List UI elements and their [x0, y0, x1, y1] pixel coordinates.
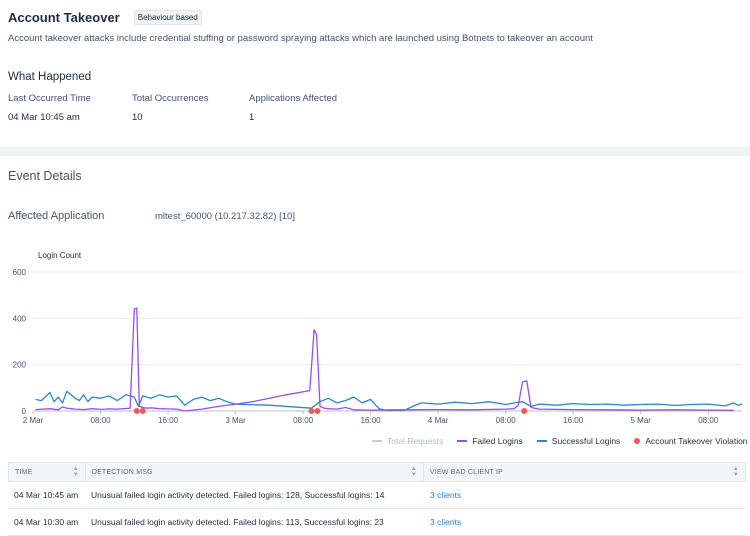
violation-marker[interactable]	[521, 408, 528, 414]
sort-icon[interactable]: ▲ ▼	[73, 466, 79, 478]
x-tick-labels: 2 Mar 08:00 16:00 3 Mar 08:00 16:00 4 Mar 08:00…	[23, 411, 719, 425]
total-occurrences-value: 10	[132, 112, 143, 123]
sort-icon[interactable]: ▲ ▼	[733, 466, 739, 478]
sort-icon[interactable]: ▲ ▼	[411, 466, 417, 478]
detections-table: TIME ▲ ▼ DETECTION MSG ▲ ▼ VIEW BAD CLIENT…	[8, 462, 746, 536]
violation-marker[interactable]	[133, 408, 140, 414]
legend-label: Failed Logins	[472, 436, 523, 446]
what-happened-title: What Happened	[8, 71, 92, 83]
legend-item-failed-logins[interactable]: Failed Logins	[457, 436, 523, 446]
y-tick-label: 200	[13, 361, 27, 370]
x-tick-label: 16:00	[361, 416, 382, 425]
page-header: Account Takeover Behaviour based	[8, 10, 750, 25]
y-tick-label: 0	[22, 407, 27, 416]
legend-item-total-requests[interactable]: Total Requests	[372, 436, 443, 446]
table-header: TIME ▲ ▼ DETECTION MSG ▲ ▼ VIEW BAD CLIENT…	[8, 462, 746, 482]
total-occurrences-label: Total Occurrences	[132, 93, 209, 104]
legend-label: Account Takeover Violation	[645, 436, 748, 446]
row-detection-msg: Unusual failed login activity detected. …	[91, 490, 385, 500]
view-clients-link[interactable]: 3 clients	[430, 490, 461, 500]
affected-application-label: Affected Application	[8, 210, 105, 222]
last-occurred-label: Last Occurred Time	[8, 93, 91, 104]
event-details-title: Event Details	[8, 169, 82, 183]
violation-swatch	[634, 438, 641, 444]
x-tick-label: 16:00	[158, 416, 179, 425]
legend-item-violation[interactable]: Account Takeover Violation	[634, 436, 748, 446]
violation-marker[interactable]	[308, 408, 315, 414]
page-title: Account Takeover	[8, 10, 120, 25]
violation-marker[interactable]	[139, 408, 146, 414]
table-row: 04 Mar 10:30 am Unusual failed login act…	[8, 509, 746, 536]
failed-logins-line	[35, 307, 734, 412]
y-tick-labels: 0 200 400 600	[13, 268, 27, 416]
title-row: Account Takeover Behaviour based	[8, 10, 750, 25]
column-header-bad-client-ip[interactable]: VIEW BAD CLIENT IP ▲ ▼	[424, 463, 745, 481]
row-clients-cell: 3 clients	[424, 482, 746, 508]
page-description: Account takeover attacks include credent…	[8, 33, 593, 44]
chart-series	[35, 307, 743, 412]
x-tick-label: 3 Mar	[225, 416, 246, 425]
column-header-label: TIME	[15, 468, 33, 476]
applications-affected-label: Applications Affected	[249, 93, 338, 104]
column-header-label: VIEW BAD CLIENT IP	[429, 468, 503, 476]
applications-affected-value: 1	[249, 112, 255, 123]
x-tick-label: 08:00	[293, 416, 314, 425]
x-tick-label: 08:00	[496, 416, 517, 425]
row-time: 04 Mar 10:45 am	[14, 490, 79, 500]
column-header-label: DETECTION MSG	[91, 468, 153, 476]
y-tick-label: 400	[13, 314, 27, 323]
affected-application-value: mltest_60000 (10.217.32.82) [10]	[155, 211, 295, 222]
column-header-detection-msg[interactable]: DETECTION MSG ▲ ▼	[86, 463, 424, 481]
legend-label: Total Requests	[387, 436, 444, 446]
table-row: 04 Mar 10:45 am Unusual failed login act…	[8, 482, 746, 509]
x-tick-label: 16:00	[563, 416, 584, 425]
failed-logins-swatch	[457, 440, 468, 442]
x-tick-label: 5 Mar	[630, 416, 651, 425]
y-axis-label: Login Count	[38, 251, 82, 260]
login-count-chart[interactable]: Login Count 0 200 400 600 2 Mar 08:00 16:00 3 …	[0, 240, 750, 455]
legend-item-successful-logins[interactable]: Successful Logins	[536, 436, 621, 446]
legend-label: Successful Logins	[551, 436, 621, 446]
behaviour-badge: Behaviour based	[133, 10, 202, 25]
x-tick-label: 08:00	[91, 416, 112, 425]
row-time: 04 Mar 10:30 am	[14, 517, 79, 527]
view-clients-link[interactable]: 3 clients	[430, 517, 461, 527]
last-occurred-value: 04 Mar 10:45 am	[8, 112, 80, 123]
total-requests-swatch	[372, 440, 382, 442]
successful-logins-swatch	[536, 440, 547, 442]
column-header-time[interactable]: TIME ▲ ▼	[9, 463, 86, 481]
x-tick-label: 4 Mar	[428, 416, 449, 425]
x-tick-label: 08:00	[698, 416, 719, 425]
y-tick-label: 600	[13, 268, 27, 277]
x-tick-label: 2 Mar	[23, 416, 44, 425]
chart-legend: Total Requests Failed Logins Successful …	[372, 436, 748, 446]
section-divider	[0, 147, 750, 156]
violation-marker[interactable]	[314, 408, 321, 414]
row-detection-msg: Unusual failed login activity detected. …	[91, 517, 384, 527]
row-clients-cell: 3 clients	[424, 509, 746, 535]
